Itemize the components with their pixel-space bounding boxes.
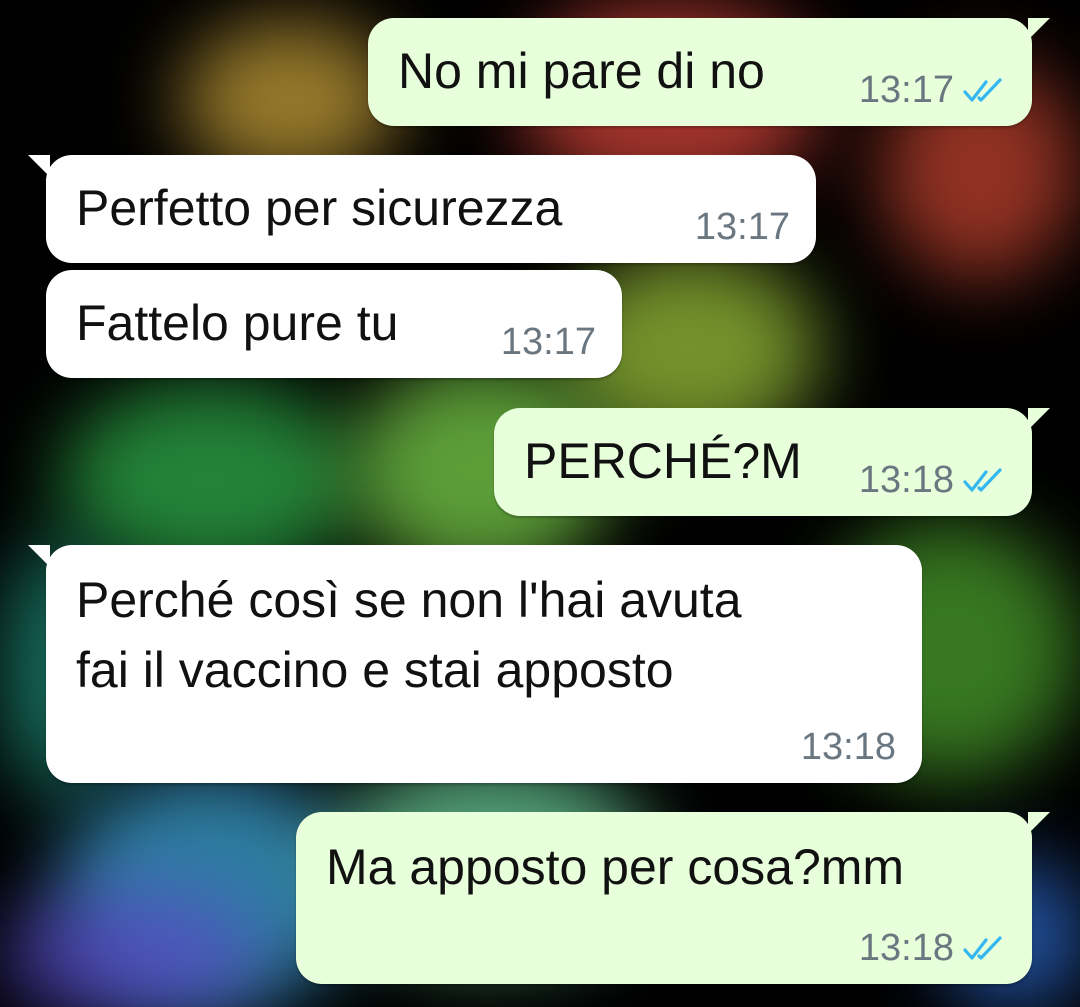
message-meta: 13:17 — [695, 206, 790, 249]
message-meta: 13:18 — [859, 459, 1004, 502]
bubble-tail — [28, 545, 50, 567]
message-meta: 13:18 — [801, 726, 896, 769]
message-bubble-incoming[interactable]: Perfetto per sicurezza 13:17 — [28, 155, 816, 263]
message-bubble-outgoing[interactable]: No mi pare di no 13:17 — [368, 18, 1050, 126]
message-text: PERCHÉ?M — [524, 433, 802, 489]
message-bubble-outgoing[interactable]: Ma apposto per cosa?mm 13:18 — [296, 812, 1050, 984]
message-time: 13:18 — [858, 459, 954, 501]
double-check-read-icon — [963, 77, 1002, 102]
bubble-tail — [1028, 18, 1050, 40]
message-meta: 13:17 — [501, 321, 596, 364]
message-text: Perfetto per sicurezza — [76, 180, 563, 236]
bubble-tail — [28, 155, 50, 177]
message-text: Fattelo pure tu — [76, 295, 399, 351]
message-text: Perché così se non l'hai avuta fai il va… — [76, 572, 742, 698]
message-text: Ma apposto per cosa?mm — [326, 839, 905, 895]
message-time: 13:17 — [694, 206, 790, 248]
message-bubble-incoming[interactable]: Perché così se non l'hai avuta fai il va… — [28, 545, 922, 783]
message-meta: 13:17 — [859, 69, 1004, 112]
bubble-tail — [1028, 408, 1050, 430]
message-time: 13:18 — [800, 726, 896, 768]
double-check-read-icon — [963, 467, 1002, 492]
double-check-read-icon — [963, 935, 1002, 960]
chat-screen: No mi pare di no 13:17 Perfetto per sicu… — [0, 0, 1080, 1007]
bubble-tail — [1028, 812, 1050, 834]
message-time: 13:17 — [500, 321, 596, 363]
message-time: 13:18 — [858, 927, 954, 969]
message-bubble-outgoing[interactable]: PERCHÉ?M 13:18 — [494, 408, 1050, 516]
message-time: 13:17 — [858, 69, 954, 111]
message-meta: 13:18 — [859, 927, 1004, 970]
message-text: No mi pare di no — [398, 43, 765, 99]
message-bubble-incoming[interactable]: Fattelo pure tu 13:17 — [46, 270, 622, 378]
